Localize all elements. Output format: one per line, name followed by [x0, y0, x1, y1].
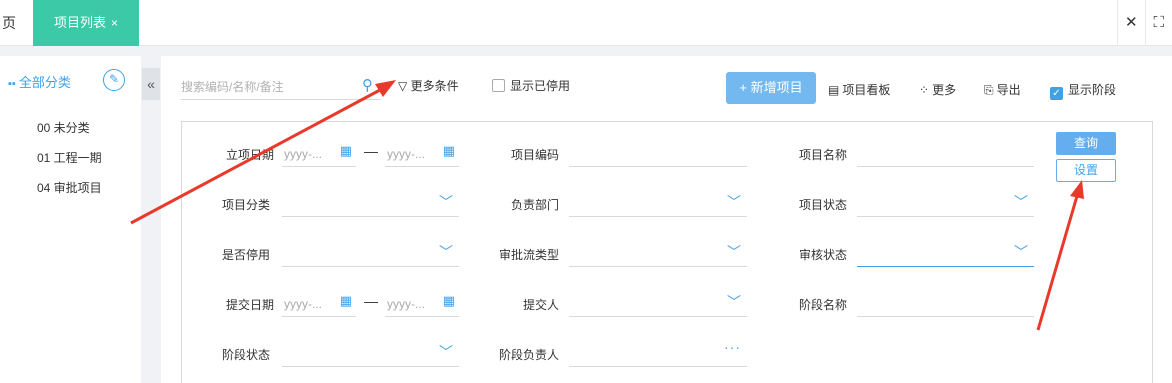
submitter-label: 提交人: [522, 298, 559, 312]
ellipsis-icon: ···: [724, 339, 741, 355]
calendar-icon: ▦: [339, 143, 352, 158]
stage-owner-label: 阶段负责人: [498, 348, 559, 362]
tab-label: 项目列表: [53, 15, 106, 30]
chevron-down-icon: ﹀: [439, 344, 453, 360]
tab-tools: ✕ ⛶: [1117, 0, 1172, 46]
kanban-button[interactable]: ▤ 项目看板: [828, 81, 890, 98]
more-grid-icon: ⁘: [919, 83, 930, 97]
all-categories[interactable]: ▪▪ 全部分类: [8, 72, 71, 91]
stage-name-input[interactable]: [857, 287, 1034, 317]
submit-date-label: 提交日期: [225, 298, 274, 312]
filter-row: 阶段状态 ﹀ 阶段负责人 ···: [182, 322, 1154, 372]
calendar-icon: ▦: [442, 293, 455, 308]
stage-status-label: 阶段状态: [221, 348, 270, 362]
filter-row: 立项日期 yyyy-... ▦ — yyyy-... ▦ 项目编码 项目名称: [182, 122, 1154, 172]
category-select[interactable]: ﹀: [282, 187, 459, 217]
start-date-to[interactable]: yyyy-... ▦: [385, 137, 459, 167]
collapse-left-icon[interactable]: «: [142, 68, 160, 100]
review-status-select[interactable]: ﹀: [857, 237, 1034, 267]
flow-type-label: 审批流类型: [498, 248, 559, 262]
close-all-icon[interactable]: ✕: [1118, 0, 1145, 46]
name-input[interactable]: [857, 137, 1034, 167]
edit-icon[interactable]: ✎: [103, 69, 125, 91]
tab-project-list[interactable]: 项目列表 ×: [33, 0, 139, 46]
code-input[interactable]: [569, 137, 747, 167]
close-icon[interactable]: ×: [111, 16, 118, 30]
checked-icon: ✓: [1050, 87, 1063, 100]
start-date-from[interactable]: yyyy-... ▦: [282, 137, 356, 167]
chevron-down-icon: ﹀: [1014, 194, 1028, 210]
category-tree: 00 未分类 01 工程一期 04 审批项目: [37, 120, 102, 210]
calendar-icon: ▦: [442, 143, 455, 158]
export-button[interactable]: ⎘ 导出: [984, 81, 1021, 98]
dept-label: 负责部门: [510, 198, 559, 212]
chevron-down-icon: ﹀: [1014, 244, 1028, 260]
category-item[interactable]: 04 审批项目: [37, 180, 102, 210]
review-status-label: 审核状态: [798, 248, 847, 262]
calendar-icon: ▦: [339, 293, 352, 308]
export-icon: ⎘: [984, 83, 994, 97]
search-input[interactable]: 搜索编码/名称/备注 ⚲: [181, 70, 381, 100]
dept-select[interactable]: ﹀: [569, 187, 747, 217]
filter-row: 提交日期 yyyy-... ▦ — yyyy-... ▦ 提交人 ﹀ 阶段名称: [182, 272, 1154, 322]
chevron-down-icon: ﹀: [727, 294, 741, 310]
category-panel: ▪▪ 全部分类 ✎ 00 未分类 01 工程一期 04 审批项目: [0, 56, 141, 383]
filter-row: 项目分类 ﹀ 负责部门 ﹀ 项目状态 ﹀: [182, 172, 1154, 222]
range-separator: —: [364, 293, 378, 309]
chevron-down-icon: ﹀: [439, 194, 453, 210]
fullscreen-icon[interactable]: ⛶: [1144, 0, 1172, 46]
search-placeholder: 搜索编码/名称/备注: [181, 80, 284, 94]
more-filters-button[interactable]: ▽ 更多条件: [398, 77, 459, 94]
search-icon[interactable]: ⚲: [362, 76, 373, 94]
submitter-select[interactable]: ﹀: [569, 287, 747, 317]
tab-bar: 页 项目列表 × ✕ ⛶: [0, 0, 1172, 46]
chevron-down-icon: ﹀: [439, 244, 453, 260]
more-button[interactable]: ⁘ 更多: [919, 81, 956, 98]
status-label: 项目状态: [798, 198, 847, 212]
chevron-down-icon: ﹀: [727, 244, 741, 260]
range-separator: —: [364, 143, 378, 159]
code-label: 项目编码: [510, 148, 559, 162]
disabled-select[interactable]: ﹀: [282, 237, 459, 267]
show-stage-checkbox[interactable]: ✓ 显示阶段: [1050, 81, 1116, 100]
filter-row: 是否停用 ﹀ 审批流类型 ﹀ 审核状态 ﹀: [182, 222, 1154, 272]
name-label: 项目名称: [798, 148, 847, 162]
category-item[interactable]: 00 未分类: [37, 120, 102, 150]
stage-owner-picker[interactable]: ···: [569, 337, 747, 367]
start-date-label: 立项日期: [225, 148, 274, 162]
tab-home[interactable]: 页: [0, 0, 16, 46]
show-disabled-checkbox[interactable]: 显示已停用: [492, 77, 570, 94]
main-panel: 搜索编码/名称/备注 ⚲ ▽ 更多条件 显示已停用 + 新增项目 ▤ 项目看板 ⁘…: [161, 56, 1172, 383]
kanban-icon: ▤: [828, 83, 840, 97]
stage-name-label: 阶段名称: [798, 298, 847, 312]
chevron-down-icon: ﹀: [727, 194, 741, 210]
status-select[interactable]: ﹀: [857, 187, 1034, 217]
submit-date-to[interactable]: yyyy-... ▦: [385, 287, 459, 317]
filter-panel: 查询 设置 立项日期 yyyy-... ▦ — yyyy-... ▦ 项目编码 项目…: [181, 121, 1153, 383]
submit-date-from[interactable]: yyyy-... ▦: [282, 287, 356, 317]
checkbox-icon: [492, 79, 505, 92]
flow-type-select[interactable]: ﹀: [569, 237, 747, 267]
grid-icon: ▪▪: [8, 78, 16, 90]
category-item[interactable]: 01 工程一期: [37, 150, 102, 180]
add-project-button[interactable]: + 新增项目: [726, 72, 816, 104]
disabled-label: 是否停用: [221, 248, 270, 262]
stage-status-select[interactable]: ﹀: [282, 337, 459, 367]
filter-icon: ▽: [398, 79, 408, 93]
category-label: 项目分类: [221, 198, 270, 212]
